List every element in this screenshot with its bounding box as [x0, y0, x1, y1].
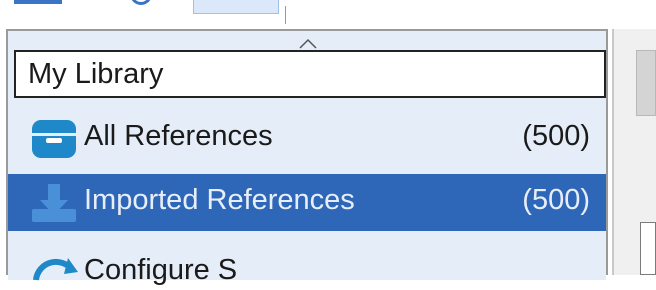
group-item-configure-sync[interactable]: Configure S [8, 240, 606, 286]
group-item-imported-references[interactable]: Imported References (500) [8, 174, 606, 231]
group-label: Configure S [84, 254, 238, 286]
right-pane-toolbar [636, 50, 656, 116]
group-count: (500) [522, 184, 590, 216]
toolbar-divider [285, 6, 286, 24]
collapse-caret-icon[interactable] [298, 38, 318, 50]
import-download-icon [32, 184, 76, 222]
library-box-icon [32, 120, 76, 158]
group-item-all-references[interactable]: All References (500) [8, 110, 606, 167]
toolbar [0, 0, 656, 30]
sync-icon [33, 258, 78, 281]
group-count: (500) [522, 120, 590, 152]
toolbar-pressed-button[interactable] [193, 0, 279, 14]
group-label: Imported References [84, 184, 355, 216]
group-label: All References [84, 120, 273, 152]
toolbar-button-fragment[interactable] [14, 0, 62, 4]
right-pane-field[interactable] [640, 222, 656, 275]
toolbar-icon-fragment[interactable] [130, 0, 152, 5]
my-library-title: My Library [28, 58, 164, 90]
my-library-header[interactable]: My Library [14, 50, 606, 98]
